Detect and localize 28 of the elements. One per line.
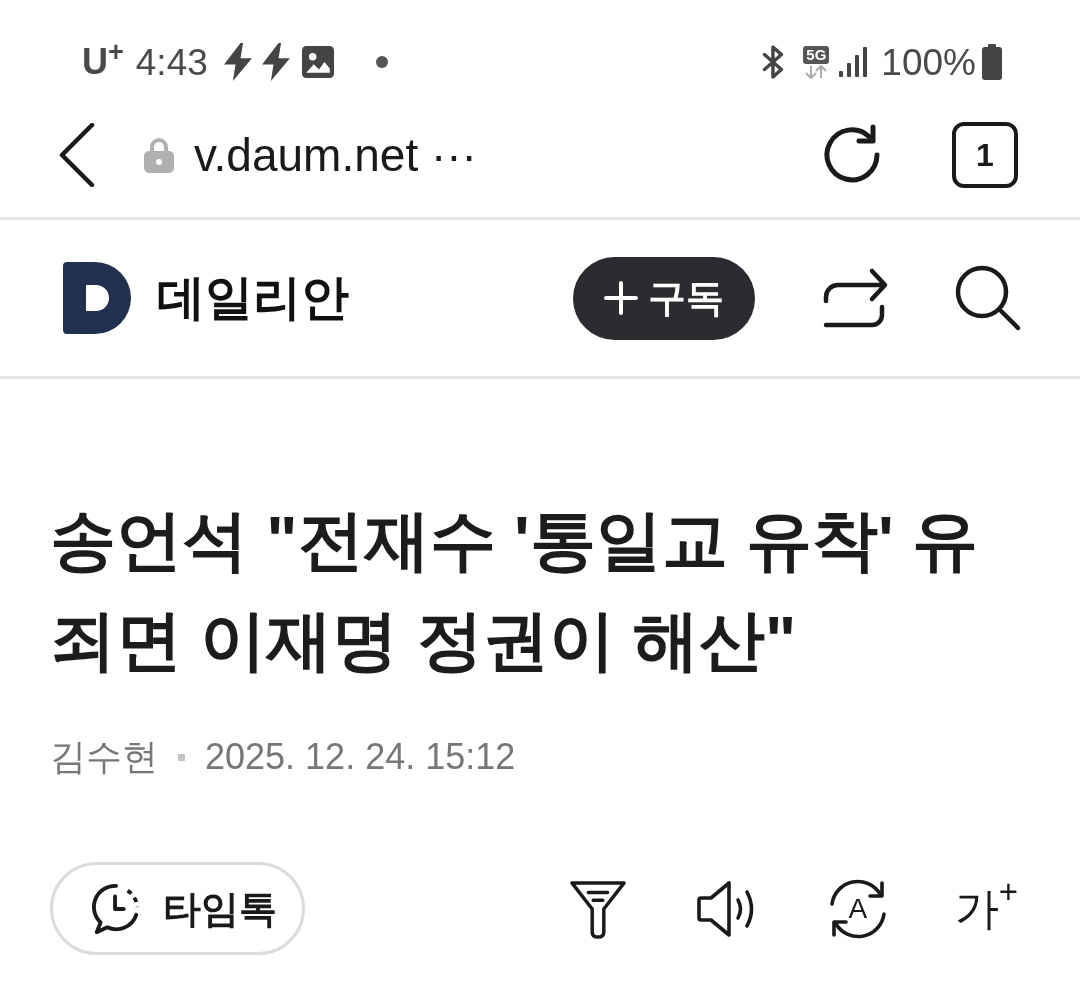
lightning-bolt-icon: [223, 43, 252, 81]
search-button[interactable]: [954, 264, 1022, 332]
url-text: v.daum.net ···: [194, 132, 477, 178]
share-icon: [822, 267, 890, 329]
publish-date: 2025. 12. 24. 15:12: [205, 735, 516, 779]
signal-icon: [839, 47, 868, 77]
lightning-bolt-icon: [261, 43, 290, 81]
plus-icon: [604, 281, 638, 315]
font-size-button[interactable]: 가$^{+}$: [954, 875, 1018, 942]
clock-time: 4:43: [135, 43, 208, 81]
subscribe-button[interactable]: 구독: [573, 256, 755, 340]
logo-icon: [63, 262, 131, 334]
notification-dot-icon: [375, 56, 388, 68]
image-icon: [301, 46, 334, 78]
battery-percent: 100%: [881, 43, 976, 81]
network-type-label: 5G: [803, 45, 830, 64]
battery-icon: [982, 44, 1002, 80]
url-field[interactable]: v.daum.net ···: [144, 132, 477, 178]
translate-button[interactable]: A: [826, 877, 889, 940]
timetalk-button[interactable]: 타임톡: [50, 862, 305, 955]
author-name: 김수현: [50, 735, 158, 779]
carrier-label: U$^{+}$: [82, 44, 124, 80]
tab-count-button[interactable]: 1: [952, 122, 1018, 188]
article-headline: 송언석 "전재수 '통일교 유착' 유죄면 이재명 정권이 해산": [49, 502, 980, 679]
search-icon: [954, 264, 1022, 332]
lock-icon: [144, 137, 174, 173]
site-name: 데일리안: [157, 274, 349, 322]
share-button[interactable]: [822, 267, 890, 329]
